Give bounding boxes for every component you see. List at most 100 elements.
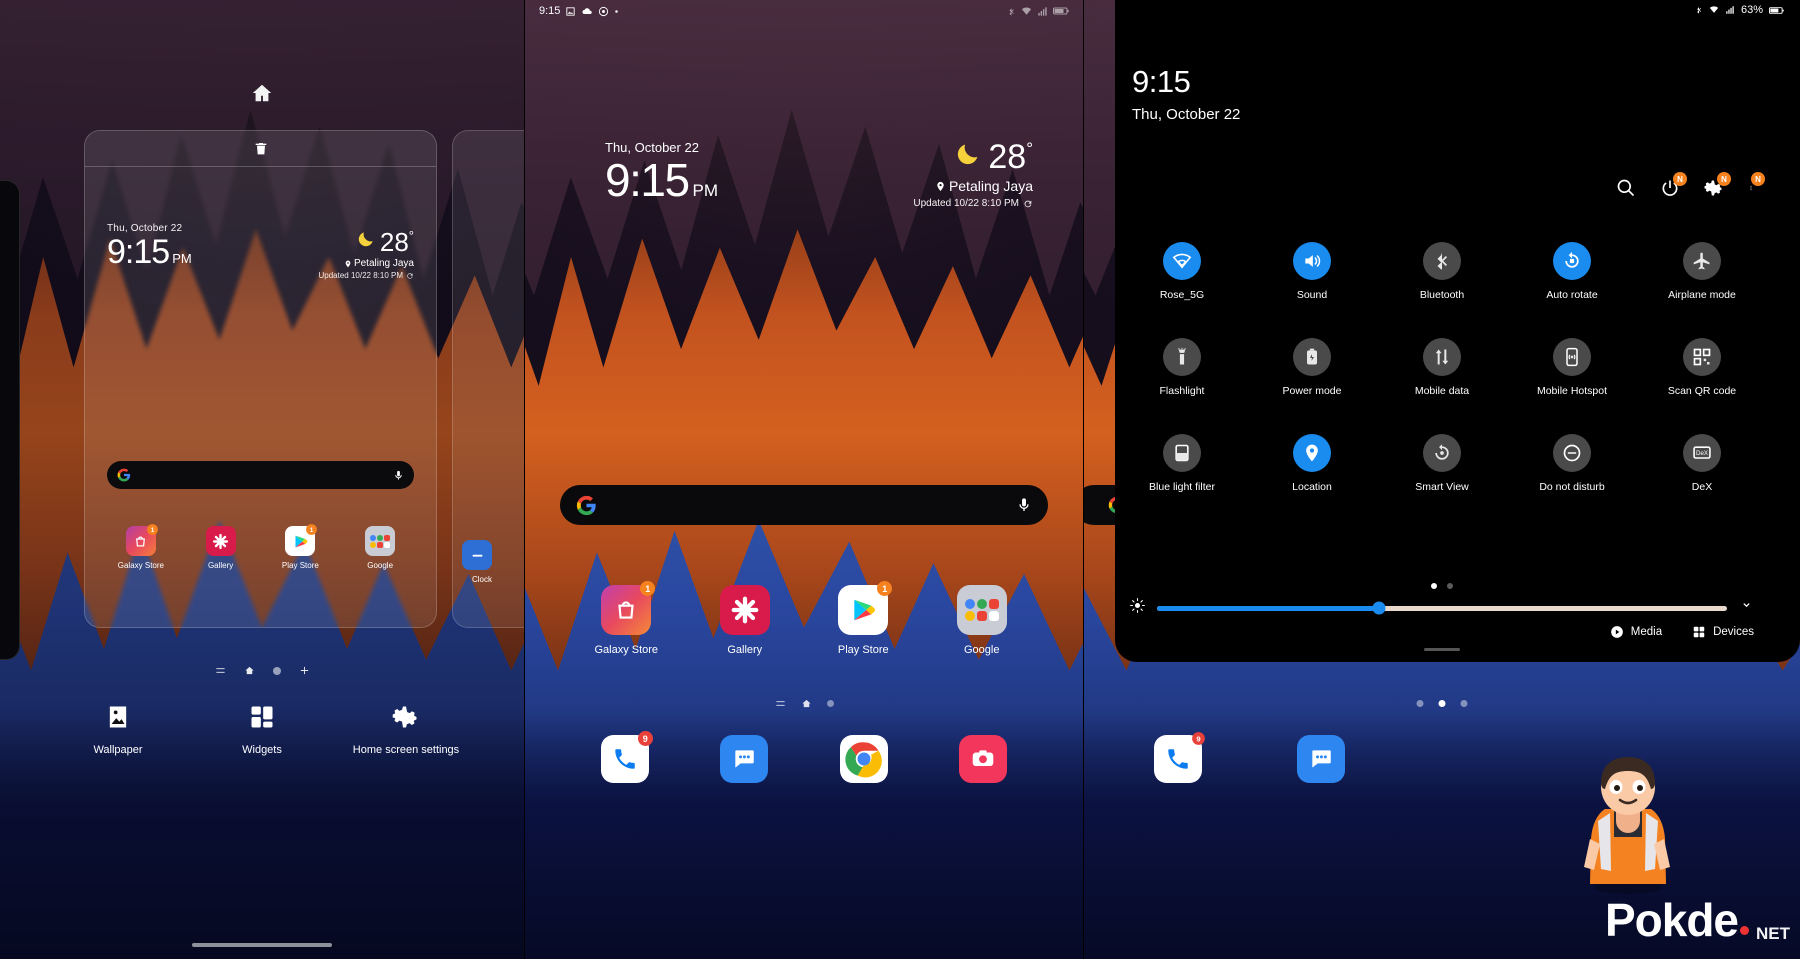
toggle-wifi[interactable]: Rose_5G xyxy=(1130,242,1234,302)
app-folder-google[interactable]: Google xyxy=(350,526,410,570)
blue-light-filter-icon xyxy=(1175,444,1189,461)
widget-date: Thu, October 22 xyxy=(605,140,699,155)
location-pin-icon xyxy=(937,181,944,191)
bluetooth-icon xyxy=(1009,7,1014,15)
toggle-auto-rotate[interactable]: Auto rotate xyxy=(1520,242,1624,302)
power-button[interactable]: N xyxy=(1660,172,1687,198)
toggle-mobile-data[interactable]: Mobile data xyxy=(1390,337,1494,398)
widget-drag-card[interactable]: Thu, October 22 9:15 PM 28° Petaling Jay… xyxy=(84,130,437,628)
toggle-sound[interactable]: Sound xyxy=(1260,242,1364,302)
widget-date: Thu, October 22 xyxy=(107,223,183,234)
media-button[interactable]: Media xyxy=(1610,625,1662,639)
remove-widget-button[interactable] xyxy=(85,131,436,167)
notification-badge: N xyxy=(1673,172,1687,186)
app-icon-galaxy-store[interactable]: 1 Galaxy Store xyxy=(111,524,171,570)
app-icon-gallery[interactable]: Gallery xyxy=(191,526,251,570)
toggle-dex[interactable]: DeX DeX xyxy=(1650,433,1754,494)
sound-icon xyxy=(1305,255,1321,267)
bluetooth-icon xyxy=(1437,252,1447,270)
settings-button[interactable]: N xyxy=(1704,172,1731,198)
chevron-down-icon xyxy=(1743,603,1750,608)
drag-handle[interactable] xyxy=(1424,648,1460,651)
toggle-do-not-disturb[interactable]: Do not disturb xyxy=(1520,433,1624,494)
app-icon-phone[interactable]: 9 xyxy=(600,731,653,783)
app-label: Clock xyxy=(471,575,492,584)
notification-badge: N xyxy=(1717,172,1731,186)
toggle-label: Location xyxy=(1292,480,1332,493)
devices-button[interactable]: Devices xyxy=(1692,625,1754,639)
app-icon-galaxy-store[interactable]: 1 Galaxy Store xyxy=(577,581,675,656)
app-icon-gallery[interactable]: Gallery xyxy=(696,585,794,656)
home-icon[interactable] xyxy=(244,665,255,676)
home-icon[interactable] xyxy=(801,698,812,709)
toggle-scan-qr-code[interactable]: Scan QR code xyxy=(1650,337,1754,398)
brightness-slider[interactable] xyxy=(1157,601,1727,615)
app-icon-phone-peek[interactable]: 9 xyxy=(1154,732,1205,783)
home-screen-settings-button[interactable]: Home screen settings xyxy=(346,700,466,756)
app-icon-camera[interactable] xyxy=(959,735,1008,783)
page-dot[interactable] xyxy=(1447,583,1453,589)
moon-icon xyxy=(954,140,982,168)
widget-temp: 28 xyxy=(988,138,1027,176)
bluetooth-icon xyxy=(1697,6,1701,14)
microphone-icon[interactable] xyxy=(1016,497,1032,513)
toggle-smart-view[interactable]: Smart View xyxy=(1390,433,1494,494)
clock-icon xyxy=(472,554,482,557)
trash-icon xyxy=(255,142,266,154)
screenshot-stage: Thu, October 22 9:15 PM 28° Petaling Jay… xyxy=(0,0,1800,959)
add-page-icon[interactable] xyxy=(299,665,310,676)
search-button[interactable] xyxy=(1616,178,1636,198)
app-icon-clock-peek[interactable]: Clock xyxy=(462,540,502,584)
gear-icon xyxy=(392,706,417,728)
app-folder-google[interactable]: Google xyxy=(933,585,1031,656)
wallpaper-button[interactable]: Wallpaper xyxy=(58,700,178,756)
toggle-airplane-mode[interactable]: Airplane mode xyxy=(1650,242,1754,302)
google-search-bar[interactable] xyxy=(560,485,1048,525)
flashlight-icon xyxy=(1178,347,1186,365)
page-dot[interactable] xyxy=(272,666,281,675)
toggle-blue-light-filter[interactable]: Blue light filter xyxy=(1130,433,1234,494)
app-icon-messages[interactable] xyxy=(720,735,769,783)
location-pin-icon xyxy=(345,260,351,267)
weather-clock-widget[interactable]: Thu, October 22 9:15 PM 28° Petaling Jaya xyxy=(605,140,1033,209)
home-page-indicator-peek xyxy=(1416,700,1468,707)
more-options-button[interactable]: N xyxy=(1748,172,1765,198)
badge-count: 9 xyxy=(637,731,653,746)
chrome-icon xyxy=(845,742,882,778)
toggle-power-mode[interactable]: Power mode xyxy=(1260,337,1364,398)
toggle-mobile-hotspot[interactable]: Mobile Hotspot xyxy=(1520,337,1624,398)
app-icon-messages-peek[interactable] xyxy=(1297,735,1345,783)
navigation-bar-pill[interactable] xyxy=(192,943,332,947)
previous-page-peek[interactable] xyxy=(0,180,20,660)
battery-icon xyxy=(1053,7,1069,15)
page-dot[interactable] xyxy=(826,700,834,707)
toggle-label: Do not disturb xyxy=(1539,480,1605,493)
app-icon-play-store[interactable]: 1 Play Store xyxy=(270,524,330,570)
refresh-icon[interactable] xyxy=(1023,199,1033,209)
weather-clock-widget-mini[interactable]: Thu, October 22 9:15 PM 28° Petaling Jay… xyxy=(85,223,436,280)
microphone-icon[interactable] xyxy=(393,470,404,481)
widget-location: Petaling Jaya xyxy=(948,178,1033,194)
toggle-flashlight[interactable]: Flashlight xyxy=(1130,337,1234,398)
toggle-label: Sound xyxy=(1296,289,1328,301)
widgets-grid-icon xyxy=(251,706,273,728)
menu-icon[interactable] xyxy=(215,665,226,676)
google-folder-icon xyxy=(964,599,999,621)
app-label: Gallery xyxy=(727,644,763,656)
page-dot[interactable] xyxy=(1431,583,1437,589)
google-g-icon xyxy=(576,495,596,515)
google-search-bar-mini[interactable] xyxy=(107,461,414,489)
app-icon-chrome[interactable] xyxy=(839,735,888,783)
refresh-icon[interactable] xyxy=(406,272,414,280)
toggle-bluetooth[interactable]: Bluetooth xyxy=(1390,242,1494,302)
app-icon-play-store[interactable]: 1 Play Store xyxy=(814,581,912,656)
toggle-label: Smart View xyxy=(1415,480,1469,493)
messages-icon xyxy=(1312,750,1331,768)
toggle-location[interactable]: Location xyxy=(1260,433,1364,494)
slider-knob[interactable] xyxy=(1372,601,1386,615)
expand-brightness-button[interactable] xyxy=(1739,598,1754,618)
widgets-button[interactable]: Widgets xyxy=(202,700,322,756)
media-label: Media xyxy=(1630,626,1663,638)
dot-icon xyxy=(615,9,619,13)
menu-icon[interactable] xyxy=(775,698,786,709)
